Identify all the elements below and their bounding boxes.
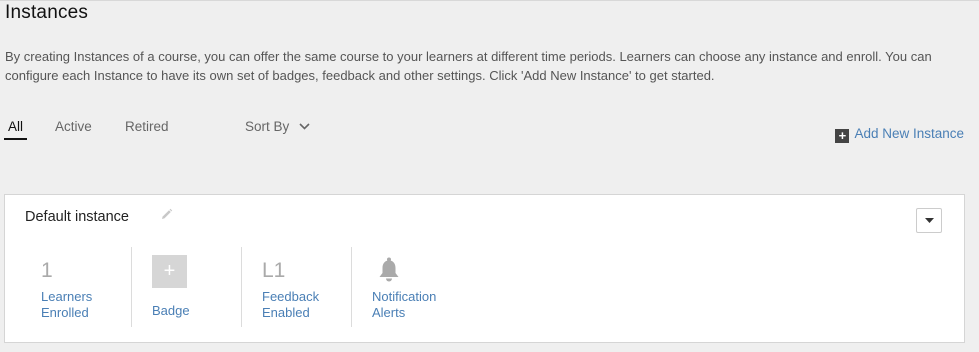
feedback-level: L1 [262, 259, 286, 282]
add-new-instance-button[interactable]: + Add New Instance [835, 126, 964, 143]
learners-label: Learners Enrolled [41, 289, 93, 320]
stat-feedback[interactable]: L1 Feedback Enabled [242, 247, 352, 327]
learners-count: 1 [41, 259, 53, 282]
tab-active[interactable]: Active [55, 119, 92, 138]
instances-page: Instances By creating Instances of a cou… [0, 0, 979, 352]
stat-learners-enrolled[interactable]: 1 Learners Enrolled [21, 247, 131, 327]
pencil-icon[interactable] [160, 208, 173, 221]
stat-badge[interactable]: + Badge [132, 247, 242, 327]
add-new-instance-label: Add New Instance [854, 126, 964, 141]
instance-name: Default instance [25, 209, 129, 225]
feedback-label: Feedback Enabled [262, 289, 320, 320]
instance-card: Default instance 1 Learners Enrolled + B… [4, 194, 965, 343]
bell-icon [379, 257, 399, 282]
sort-by-label: Sort By [245, 119, 290, 134]
stat-notification-alerts[interactable]: Notification Alerts [352, 247, 462, 327]
caret-down-icon [925, 218, 934, 223]
notification-label: Notification Alerts [372, 289, 437, 320]
plus-square-icon: + [835, 129, 850, 143]
instance-actions-dropdown[interactable] [916, 208, 942, 233]
sort-by-dropdown[interactable]: Sort By [245, 119, 310, 134]
add-badge-icon[interactable]: + [152, 255, 187, 288]
tab-all[interactable]: All [4, 119, 28, 140]
badge-label: Badge [152, 303, 190, 318]
page-description: By creating Instances of a course, you c… [5, 49, 932, 83]
chevron-down-icon [299, 123, 310, 130]
tab-retired[interactable]: Retired [125, 119, 169, 138]
page-title: Instances [5, 2, 89, 23]
